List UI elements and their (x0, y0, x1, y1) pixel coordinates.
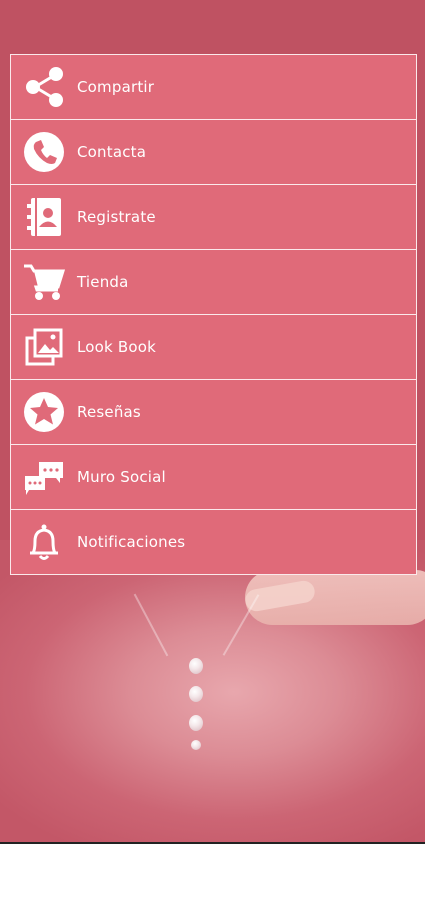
menu-item-label: Muro Social (77, 468, 166, 486)
menu-item-contacta[interactable]: Contacta (11, 120, 416, 185)
app-screen: Compartir Contacta Registrate Tienda Loo… (0, 0, 425, 844)
share-icon (23, 66, 65, 108)
menu-item-notificaciones[interactable]: Notificaciones (11, 510, 416, 574)
menu-item-label: Look Book (77, 338, 157, 356)
menu-item-look-book[interactable]: Look Book (11, 315, 416, 380)
menu-item-muro-social[interactable]: Muro Social (11, 445, 416, 510)
menu-item-tienda[interactable]: Tienda (11, 250, 416, 315)
bell-icon (23, 521, 65, 563)
menu-item-label: Registrate (77, 208, 156, 226)
pendant-stone (189, 686, 203, 702)
menu-item-compartir[interactable]: Compartir (11, 55, 416, 120)
side-menu: Compartir Contacta Registrate Tienda Loo… (10, 54, 417, 575)
pendant-stone (191, 740, 201, 750)
chat-bubbles-icon (23, 456, 65, 498)
phone-icon (23, 131, 65, 173)
address-book-icon (23, 196, 65, 238)
menu-item-label: Reseñas (77, 403, 141, 421)
divider (0, 842, 425, 844)
photo-gallery-icon (23, 326, 65, 368)
pendant-stone (189, 715, 203, 731)
star-icon (23, 391, 65, 433)
menu-item-label: Compartir (77, 78, 155, 96)
menu-item-resenas[interactable]: Reseñas (11, 380, 416, 445)
menu-item-label: Tienda (77, 273, 129, 291)
menu-item-label: Notificaciones (77, 533, 186, 551)
menu-item-registrate[interactable]: Registrate (11, 185, 416, 250)
menu-item-label: Contacta (77, 143, 147, 161)
shopping-cart-icon (23, 261, 65, 303)
pendant-stone (189, 658, 203, 674)
